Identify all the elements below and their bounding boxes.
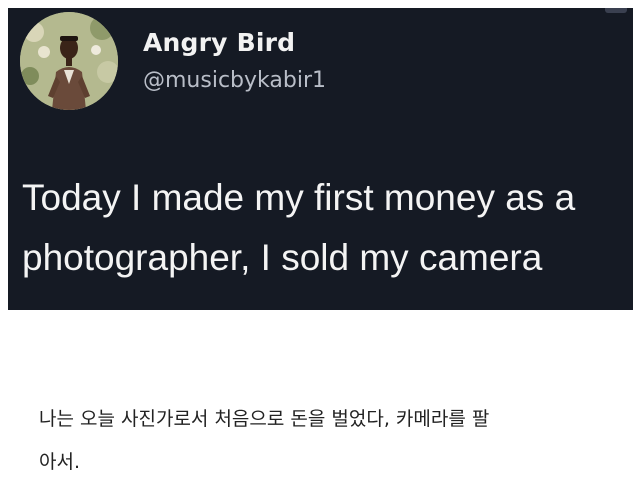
corner-mark bbox=[605, 8, 627, 13]
caption-line: 나는 오늘 사진가로서 처음으로 돈을 벌었다, 카메라를 팔 bbox=[39, 408, 490, 430]
user-handle[interactable]: @musicbykabir1 bbox=[143, 68, 326, 93]
tweet-text: Today I made my first money as a photogr… bbox=[22, 168, 632, 288]
avatar-image bbox=[20, 12, 118, 110]
tweet-text-line: Today I made my first money as a bbox=[22, 177, 576, 218]
tweet-text-line: photographer, I sold my camera bbox=[22, 237, 543, 278]
caption: 나는 오늘 사진가로서 처음으로 돈을 벌었다, 카메라를 팔 아서. bbox=[39, 398, 629, 484]
display-name[interactable]: Angry Bird bbox=[143, 28, 295, 57]
caption-line: 아서. bbox=[39, 451, 80, 473]
avatar[interactable] bbox=[20, 12, 118, 110]
tweet-card: Angry Bird @musicbykabir1 Today I made m… bbox=[8, 8, 633, 310]
